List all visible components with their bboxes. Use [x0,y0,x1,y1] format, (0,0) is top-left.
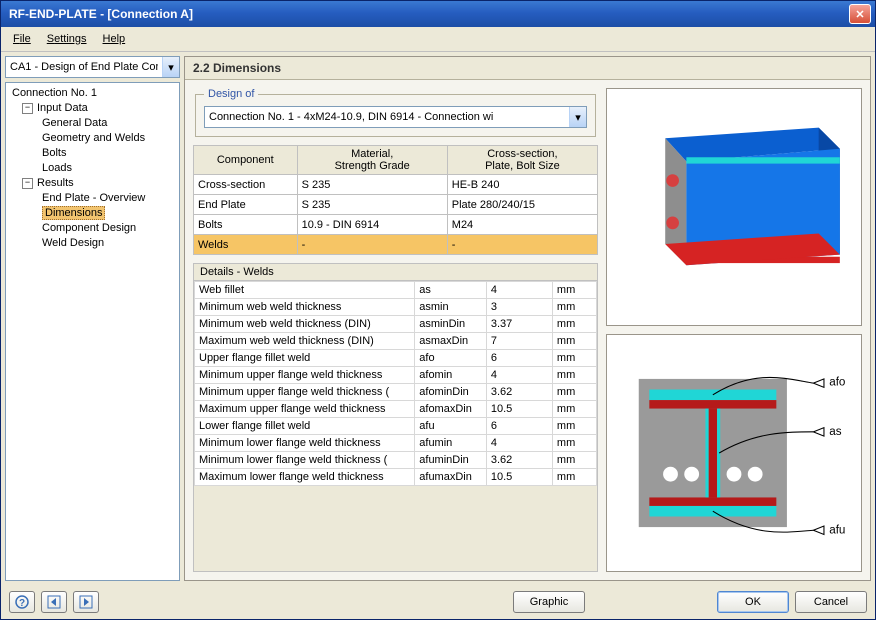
table-row[interactable]: Upper flange fillet weldafo6mm [195,350,597,367]
left-panel: ▾ Connection No. 1 −Input Data General D… [5,56,180,581]
table-row[interactable]: Lower flange fillet weldafu6mm [195,418,597,435]
table-row[interactable]: Maximum lower flange weld thicknessafuma… [195,469,597,486]
right-panel: 2.2 Dimensions Design of ▾ [184,56,871,581]
label-as: as [829,425,841,438]
tree-input[interactable]: −Input Data [8,101,177,116]
table-row[interactable]: Minimum web weld thicknessasmin3mm [195,299,597,316]
tree-item[interactable]: Weld Design [8,236,177,251]
section-diagram: afo as afu [606,334,862,572]
label-afo: afo [829,375,845,388]
components-table[interactable]: Component Material, Strength Grade Cross… [193,145,598,255]
titlebar: RF-END-PLATE - [Connection A] ✕ [1,1,875,27]
table-row[interactable]: Minimum web weld thickness (DIN)asminDin… [195,316,597,333]
table-row[interactable]: Cross-sectionS 235HE-B 240 [194,175,598,195]
footer: ? Graphic OK Cancel [1,585,875,619]
svg-text:?: ? [19,598,25,609]
table-row[interactable]: Bolts10.9 - DIN 6914M24 [194,215,598,235]
help-button[interactable]: ? [9,591,35,613]
nav-tree[interactable]: Connection No. 1 −Input Data General Dat… [5,82,180,581]
table-row[interactable]: End PlateS 235Plate 280/240/15 [194,195,598,215]
design-of-input[interactable] [205,107,569,127]
chevron-down-icon[interactable]: ▾ [162,57,179,77]
prev-button[interactable] [41,591,67,613]
details-table[interactable]: Web filletas4mmMinimum web weld thicknes… [194,281,597,486]
cancel-button[interactable]: Cancel [795,591,867,613]
tree-item[interactable]: Geometry and Welds [8,131,177,146]
graphic-button[interactable]: Graphic [513,591,585,613]
menu-file[interactable]: File [5,31,39,47]
connection-combo[interactable]: ▾ [5,56,180,78]
table-row[interactable]: Minimum upper flange weld thicknessafomi… [195,367,597,384]
tree-item-dimensions[interactable]: Dimensions [8,206,177,221]
window-title: RF-END-PLATE - [Connection A] [5,7,849,21]
tree-results[interactable]: −Results [8,176,177,191]
connection-combo-input[interactable] [6,57,162,77]
label-afu: afu [829,523,845,536]
menu-help[interactable]: Help [95,31,134,47]
col-component: Component [194,146,298,175]
tree-item[interactable]: End Plate - Overview [8,191,177,206]
tree-item[interactable]: Bolts [8,146,177,161]
details-box: Details - Welds Web filletas4mmMinimum w… [193,263,598,572]
tree-item[interactable]: Component Design [8,221,177,236]
col-cross: Cross-section, Plate, Bolt Size [447,146,597,175]
design-of-legend: Design of [204,88,258,100]
design-of-group: Design of ▾ [195,88,596,137]
menubar: File Settings Help [1,27,875,52]
col-material: Material, Strength Grade [297,146,447,175]
table-row[interactable]: Maximum upper flange weld thicknessafoma… [195,401,597,418]
table-row[interactable]: Minimum lower flange weld thicknessafumi… [195,435,597,452]
menu-settings[interactable]: Settings [39,31,95,47]
table-row[interactable]: Minimum upper flange weld thickness (afo… [195,384,597,401]
design-of-combo[interactable]: ▾ [204,106,587,128]
table-row[interactable]: Maximum web weld thickness (DIN)asmaxDin… [195,333,597,350]
tree-item[interactable]: General Data [8,116,177,131]
iso-graphic [606,88,862,326]
chevron-down-icon[interactable]: ▾ [569,107,586,127]
tree-item[interactable]: Loads [8,161,177,176]
details-title: Details - Welds [194,264,597,281]
panel-title: 2.2 Dimensions [185,57,870,80]
close-button[interactable]: ✕ [849,4,871,24]
table-row[interactable]: Minimum lower flange weld thickness (afu… [195,452,597,469]
tree-root[interactable]: Connection No. 1 [8,86,177,101]
table-row[interactable]: Welds-- [194,235,598,255]
next-button[interactable] [73,591,99,613]
table-row[interactable]: Web filletas4mm [195,282,597,299]
ok-button[interactable]: OK [717,591,789,613]
app-window: RF-END-PLATE - [Connection A] ✕ File Set… [0,0,876,620]
